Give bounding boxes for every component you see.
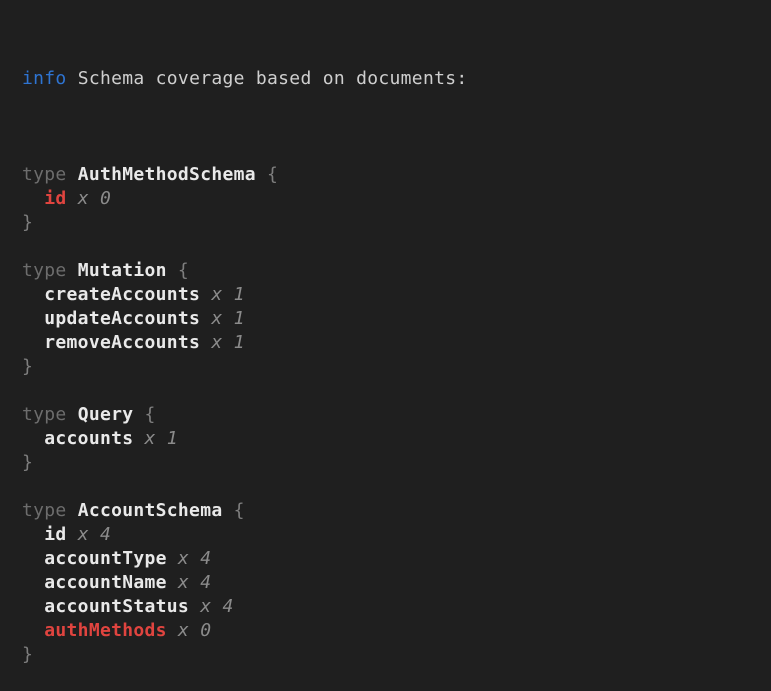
usage-count: x 1 [200, 332, 245, 353]
field-name: updateAccounts [22, 308, 200, 329]
open-brace: { [256, 164, 278, 185]
field-name-uncovered: authMethods [22, 620, 167, 641]
type-keyword: type [22, 260, 78, 281]
field-name: createAccounts [22, 284, 200, 305]
field-name: accountName [22, 572, 167, 593]
close-brace-line: } [22, 643, 771, 667]
blank-line [22, 235, 771, 259]
usage-count: x 4 [67, 524, 112, 545]
field-name: accountStatus [22, 596, 189, 617]
type-header-line: type AuthMethodSchema { [22, 163, 771, 187]
log-line: info Schema coverage based on documents: [22, 67, 771, 91]
usage-count: x 1 [200, 308, 245, 329]
type-keyword: type [22, 164, 78, 185]
usage-count: x 1 [200, 284, 245, 305]
log-level-info: info [22, 68, 67, 89]
blank-line [22, 139, 771, 163]
usage-count: x 0 [167, 620, 212, 641]
type-name: Mutation [78, 260, 167, 281]
close-brace-line: } [22, 211, 771, 235]
blank-line [22, 475, 771, 499]
open-brace: { [167, 260, 189, 281]
field-line: id x 0 [22, 187, 771, 211]
close-brace: } [22, 644, 33, 665]
field-line: accountName x 4 [22, 571, 771, 595]
terminal-output: info Schema coverage based on documents:… [0, 0, 771, 576]
close-brace: } [22, 452, 33, 473]
field-line: id x 4 [22, 523, 771, 547]
usage-count: x 1 [133, 428, 178, 449]
type-keyword: type [22, 404, 78, 425]
usage-count: x 4 [167, 572, 212, 593]
field-line: createAccounts x 1 [22, 283, 771, 307]
usage-count: x 4 [189, 596, 234, 617]
close-brace-line: } [22, 451, 771, 475]
open-brace: { [222, 500, 244, 521]
close-brace: } [22, 212, 33, 233]
open-brace: { [133, 404, 155, 425]
log-message: Schema coverage based on documents: [78, 68, 468, 89]
close-brace-line: } [22, 355, 771, 379]
usage-count: x 4 [167, 548, 212, 569]
type-header-line: type Query { [22, 403, 771, 427]
field-line: accounts x 1 [22, 427, 771, 451]
field-line: removeAccounts x 1 [22, 331, 771, 355]
coverage-blocks: type AuthMethodSchema { id x 0} type Mut… [22, 139, 771, 667]
type-name: AccountSchema [78, 500, 223, 521]
field-line: updateAccounts x 1 [22, 307, 771, 331]
log-level-separator [67, 68, 78, 89]
usage-count: x 0 [67, 188, 112, 209]
type-header-line: type Mutation { [22, 259, 771, 283]
field-name: accountType [22, 548, 167, 569]
field-name: id [22, 524, 67, 545]
type-name: AuthMethodSchema [78, 164, 256, 185]
field-line: authMethods x 0 [22, 619, 771, 643]
field-name-uncovered: id [22, 188, 67, 209]
field-line: accountStatus x 4 [22, 595, 771, 619]
type-keyword: type [22, 500, 78, 521]
field-name: accounts [22, 428, 133, 449]
type-name: Query [78, 404, 134, 425]
close-brace: } [22, 356, 33, 377]
blank-line [22, 379, 771, 403]
field-name: removeAccounts [22, 332, 200, 353]
field-line: accountType x 4 [22, 547, 771, 571]
type-header-line: type AccountSchema { [22, 499, 771, 523]
